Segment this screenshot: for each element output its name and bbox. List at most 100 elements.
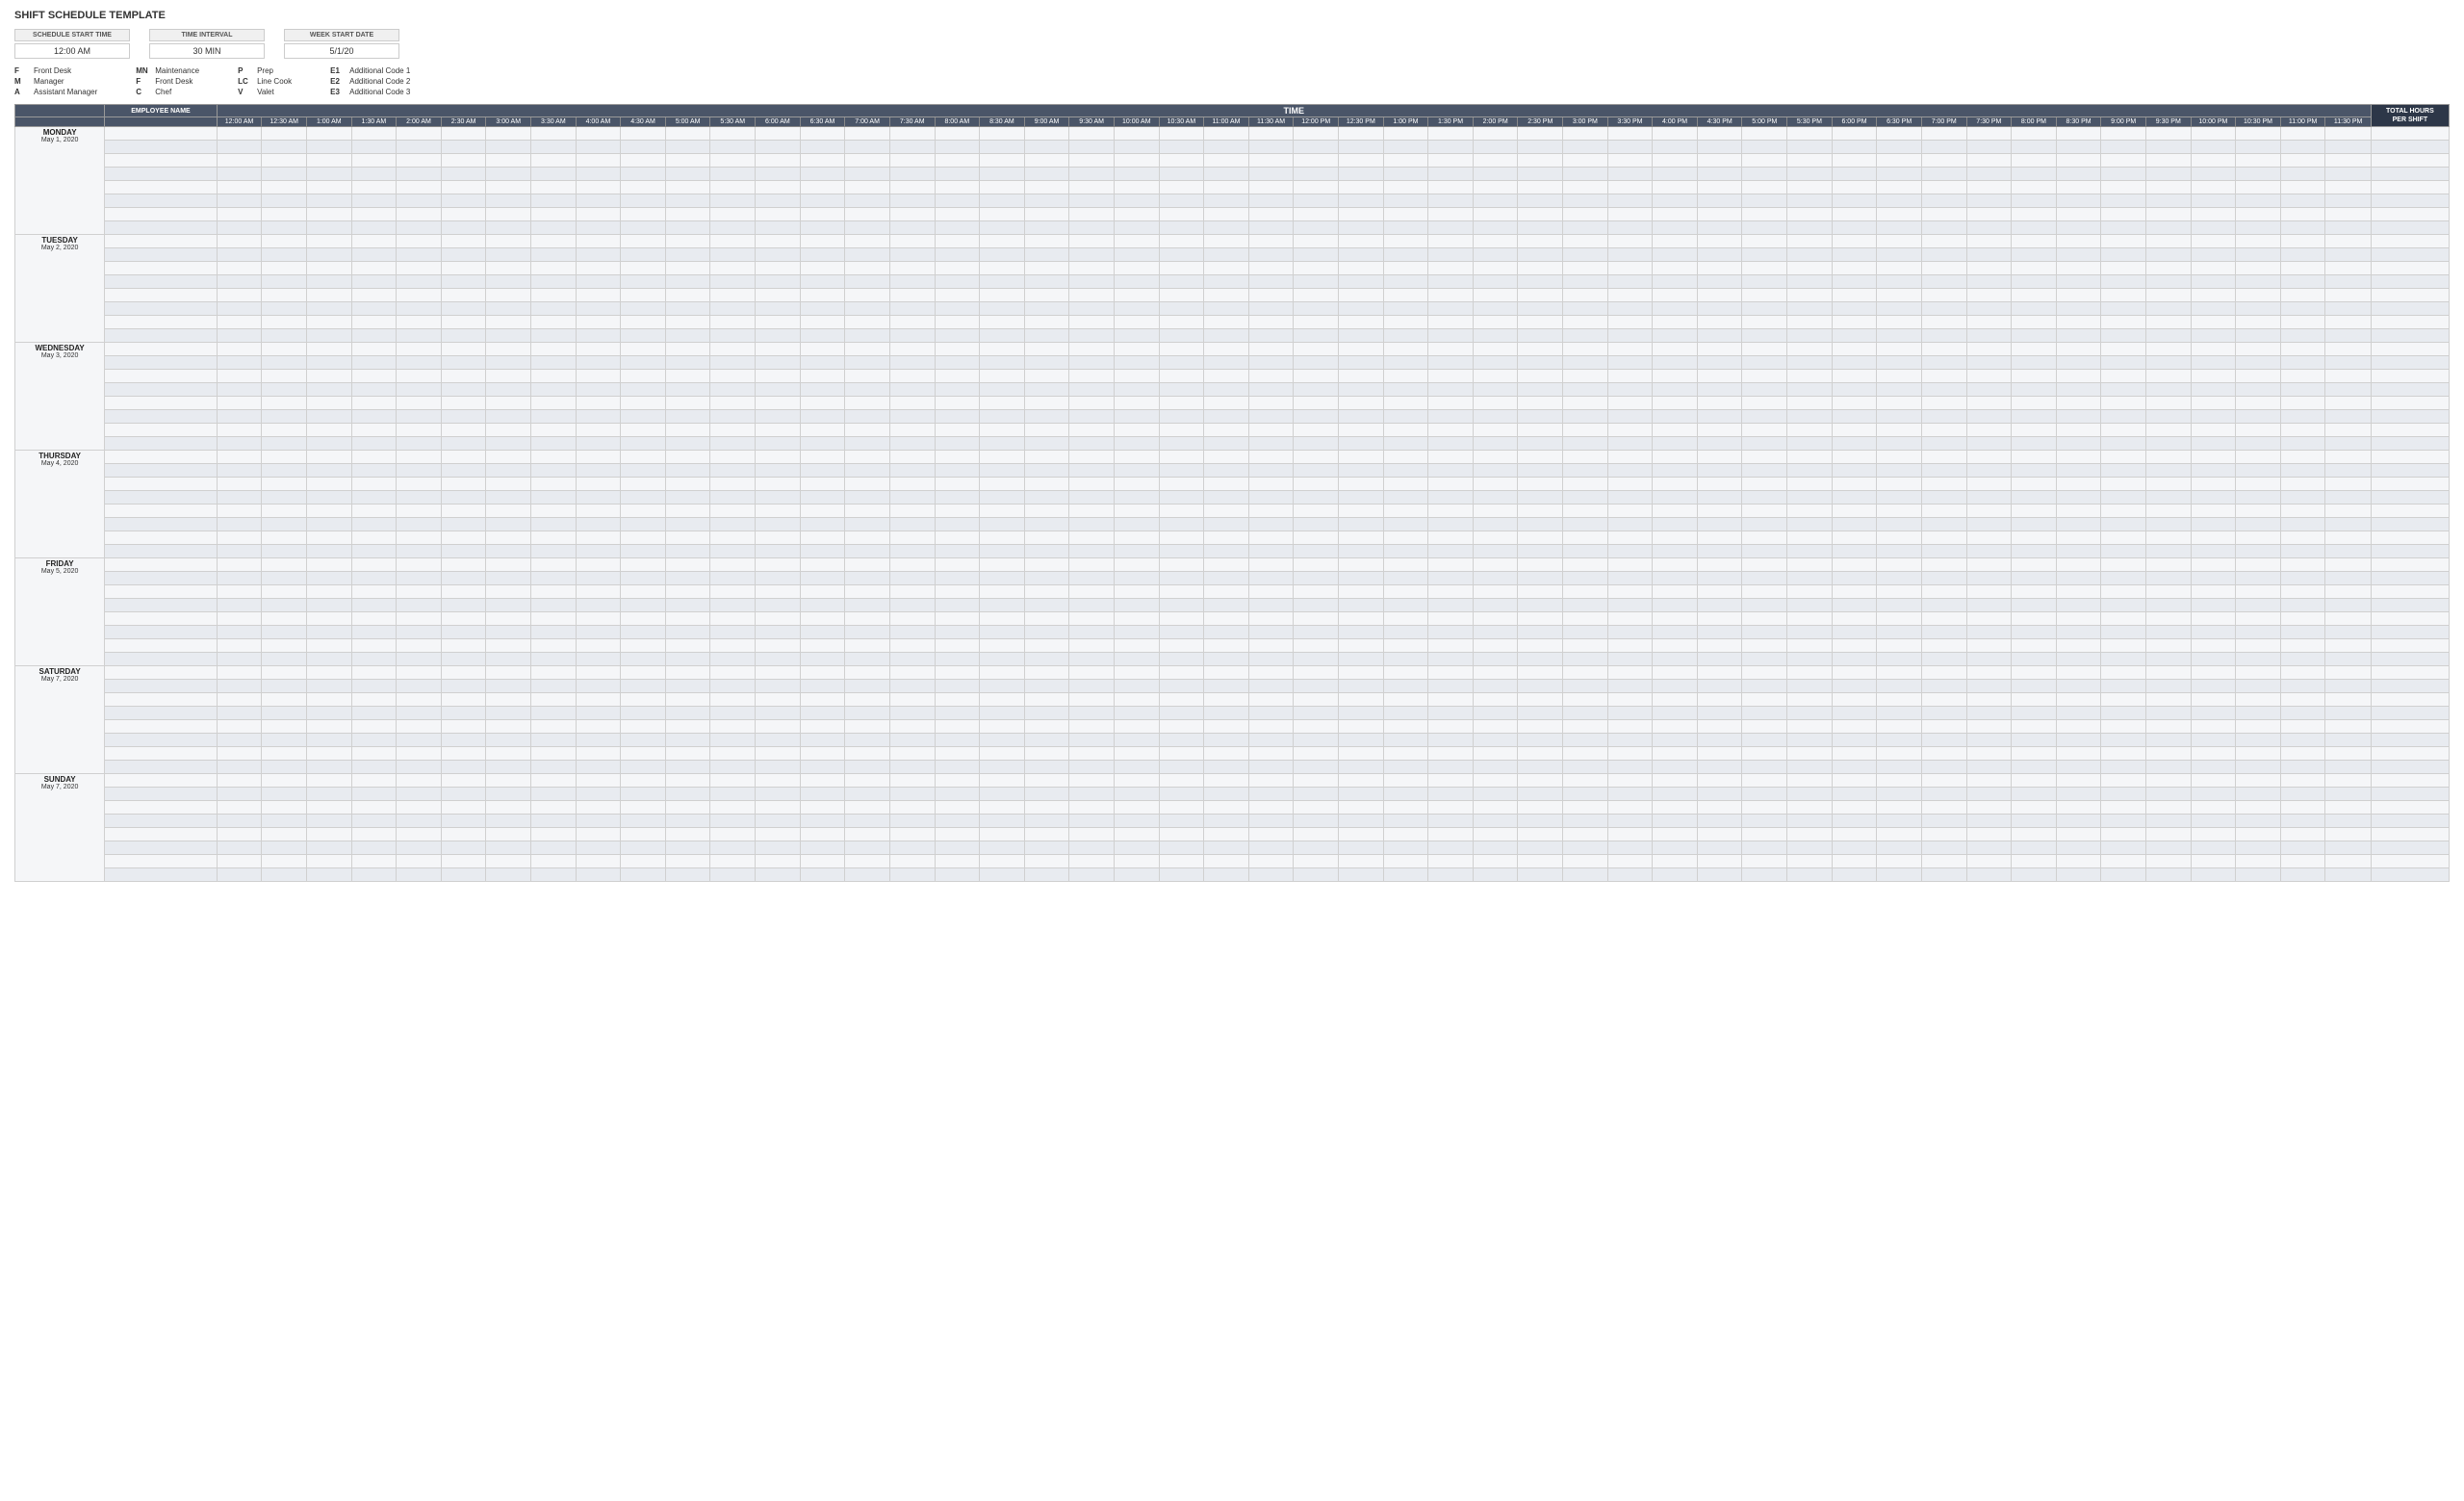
time-slot-cell[interactable] xyxy=(2236,841,2281,855)
time-slot-cell[interactable] xyxy=(2056,127,2101,141)
time-slot-cell[interactable] xyxy=(1832,761,1877,774)
time-slot-cell[interactable] xyxy=(1069,734,1115,747)
time-slot-cell[interactable] xyxy=(1877,127,1922,141)
time-slot-cell[interactable] xyxy=(1114,801,1159,815)
time-slot-cell[interactable] xyxy=(1473,343,1518,356)
time-slot-cell[interactable] xyxy=(217,801,262,815)
time-slot-cell[interactable] xyxy=(1832,302,1877,316)
time-slot-cell[interactable] xyxy=(2145,558,2191,572)
time-slot-cell[interactable] xyxy=(1069,168,1115,181)
time-slot-cell[interactable] xyxy=(1024,666,1069,680)
time-slot-cell[interactable] xyxy=(262,235,307,248)
time-slot-cell[interactable] xyxy=(1248,316,1294,329)
time-slot-cell[interactable] xyxy=(1159,693,1204,707)
time-slot-cell[interactable] xyxy=(1697,329,1742,343)
time-slot-cell[interactable] xyxy=(800,181,845,194)
time-slot-cell[interactable] xyxy=(1383,154,1428,168)
time-slot-cell[interactable] xyxy=(486,464,531,478)
time-slot-cell[interactable] xyxy=(351,410,397,424)
time-slot-cell[interactable] xyxy=(262,788,307,801)
time-slot-cell[interactable] xyxy=(1159,370,1204,383)
time-slot-cell[interactable] xyxy=(1294,828,1339,841)
time-slot-cell[interactable] xyxy=(1473,410,1518,424)
time-slot-cell[interactable] xyxy=(1294,761,1339,774)
time-slot-cell[interactable] xyxy=(800,248,845,262)
time-slot-cell[interactable] xyxy=(441,370,486,383)
employee-name-cell[interactable] xyxy=(105,141,218,154)
time-slot-cell[interactable] xyxy=(217,141,262,154)
time-slot-cell[interactable] xyxy=(1787,585,1833,599)
time-slot-cell[interactable] xyxy=(486,248,531,262)
time-slot-cell[interactable] xyxy=(1518,208,1563,221)
time-slot-cell[interactable] xyxy=(1159,329,1204,343)
time-slot-cell[interactable] xyxy=(621,370,666,383)
time-slot-cell[interactable] xyxy=(262,302,307,316)
time-slot-cell[interactable] xyxy=(1159,774,1204,788)
time-slot-cell[interactable] xyxy=(2236,302,2281,316)
time-slot-cell[interactable] xyxy=(1921,235,1966,248)
time-slot-cell[interactable] xyxy=(935,235,980,248)
time-slot-cell[interactable] xyxy=(217,734,262,747)
time-slot-cell[interactable] xyxy=(576,761,621,774)
time-slot-cell[interactable] xyxy=(621,302,666,316)
time-slot-cell[interactable] xyxy=(1024,316,1069,329)
time-slot-cell[interactable] xyxy=(1966,855,2012,868)
time-slot-cell[interactable] xyxy=(2056,761,2101,774)
time-slot-cell[interactable] xyxy=(800,747,845,761)
time-slot-cell[interactable] xyxy=(2325,343,2371,356)
time-slot-cell[interactable] xyxy=(1697,612,1742,626)
time-slot-cell[interactable] xyxy=(1832,491,1877,505)
time-slot-cell[interactable] xyxy=(1787,370,1833,383)
time-slot-cell[interactable] xyxy=(2012,437,2057,451)
time-slot-cell[interactable] xyxy=(2325,194,2371,208)
time-slot-cell[interactable] xyxy=(1563,531,1608,545)
time-slot-cell[interactable] xyxy=(710,262,756,275)
time-slot-cell[interactable] xyxy=(531,262,577,275)
time-slot-cell[interactable] xyxy=(2191,275,2236,289)
employee-name-cell[interactable] xyxy=(105,262,218,275)
time-slot-cell[interactable] xyxy=(1697,585,1742,599)
time-slot-cell[interactable] xyxy=(2145,235,2191,248)
time-slot-cell[interactable] xyxy=(1877,693,1922,707)
time-slot-cell[interactable] xyxy=(621,289,666,302)
time-slot-cell[interactable] xyxy=(980,464,1025,478)
time-slot-cell[interactable] xyxy=(1473,707,1518,720)
time-slot-cell[interactable] xyxy=(2236,680,2281,693)
time-slot-cell[interactable] xyxy=(1966,397,2012,410)
time-slot-cell[interactable] xyxy=(1024,491,1069,505)
time-slot-cell[interactable] xyxy=(1069,316,1115,329)
time-slot-cell[interactable] xyxy=(1339,788,1384,801)
time-slot-cell[interactable] xyxy=(441,707,486,720)
time-slot-cell[interactable] xyxy=(621,491,666,505)
time-slot-cell[interactable] xyxy=(1742,545,1787,558)
time-slot-cell[interactable] xyxy=(2325,181,2371,194)
time-slot-cell[interactable] xyxy=(980,828,1025,841)
time-slot-cell[interactable] xyxy=(980,545,1025,558)
time-slot-cell[interactable] xyxy=(1966,505,2012,518)
time-slot-cell[interactable] xyxy=(1697,464,1742,478)
time-slot-cell[interactable] xyxy=(2191,572,2236,585)
time-slot-cell[interactable] xyxy=(2012,289,2057,302)
time-slot-cell[interactable] xyxy=(1428,397,1474,410)
time-slot-cell[interactable] xyxy=(1024,720,1069,734)
time-slot-cell[interactable] xyxy=(1966,531,2012,545)
time-slot-cell[interactable] xyxy=(1339,168,1384,181)
time-slot-cell[interactable] xyxy=(306,761,351,774)
time-slot-cell[interactable] xyxy=(756,343,801,356)
time-slot-cell[interactable] xyxy=(2012,531,2057,545)
time-slot-cell[interactable] xyxy=(1966,370,2012,383)
time-slot-cell[interactable] xyxy=(980,437,1025,451)
time-slot-cell[interactable] xyxy=(486,343,531,356)
time-slot-cell[interactable] xyxy=(845,302,890,316)
time-slot-cell[interactable] xyxy=(2012,424,2057,437)
time-slot-cell[interactable] xyxy=(1563,801,1608,815)
time-slot-cell[interactable] xyxy=(1069,585,1115,599)
time-slot-cell[interactable] xyxy=(935,181,980,194)
time-slot-cell[interactable] xyxy=(1294,329,1339,343)
time-slot-cell[interactable] xyxy=(665,531,710,545)
time-slot-cell[interactable] xyxy=(1114,181,1159,194)
time-slot-cell[interactable] xyxy=(1787,154,1833,168)
time-slot-cell[interactable] xyxy=(1921,774,1966,788)
time-slot-cell[interactable] xyxy=(1832,734,1877,747)
time-slot-cell[interactable] xyxy=(935,302,980,316)
